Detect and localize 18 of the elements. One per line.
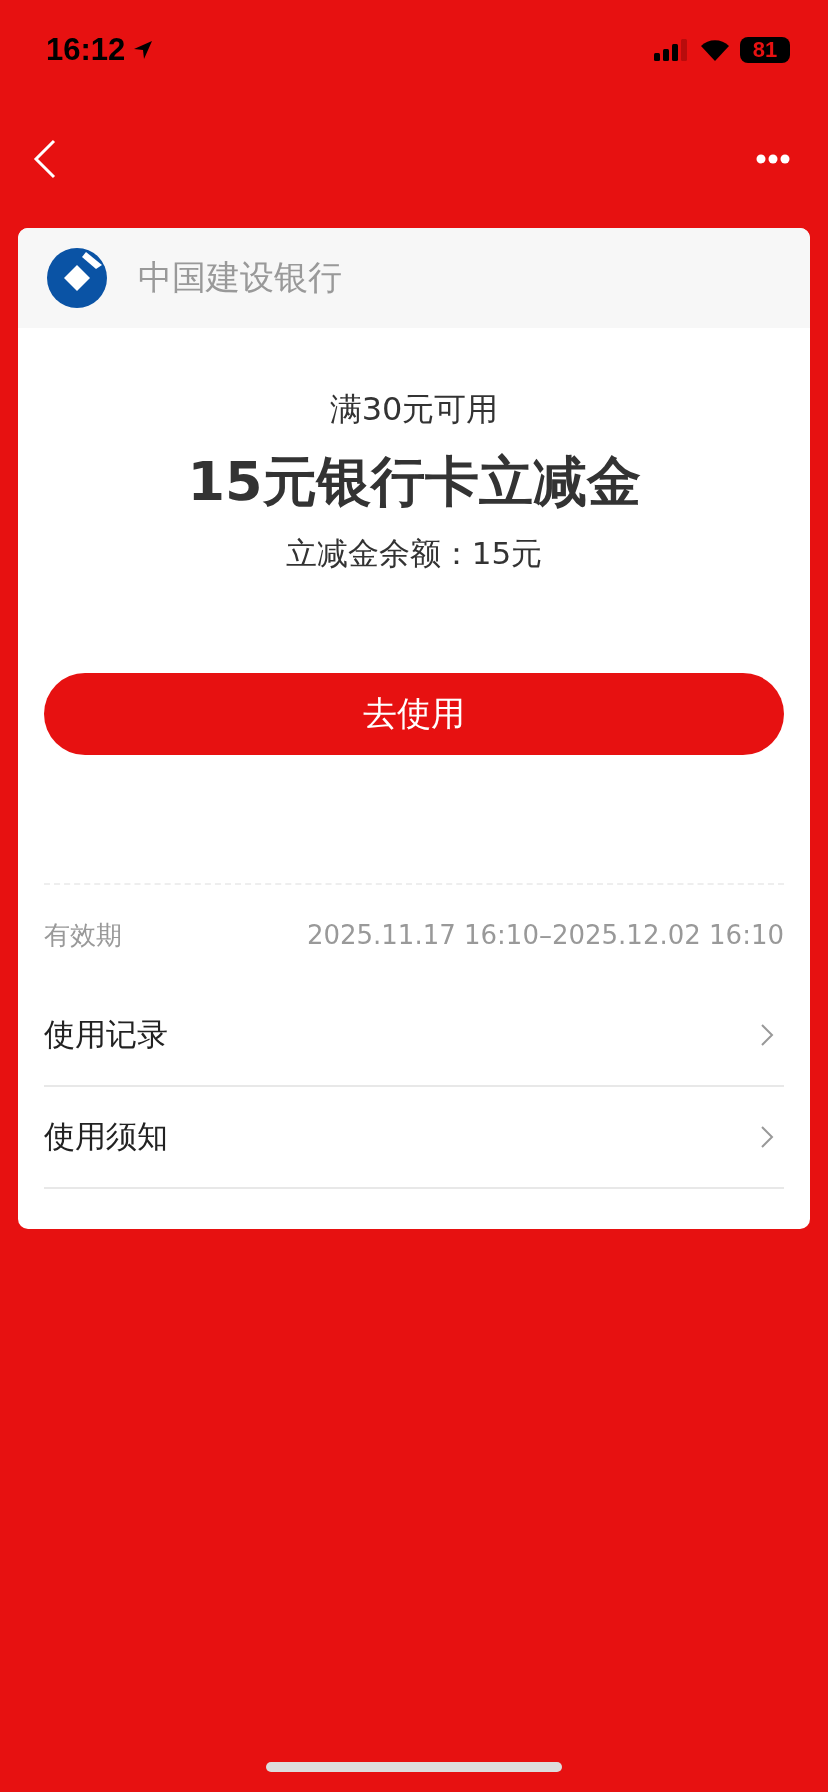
validity-value: 2025.11.17 16:10–2025.12.02 16:10 xyxy=(306,920,784,950)
coupon-title: 15元银行卡立减金 xyxy=(186,449,642,515)
bank-logo-icon xyxy=(46,247,108,309)
chevron-icon xyxy=(760,1125,774,1149)
bank-name: 中国建设银行 xyxy=(138,256,342,299)
menu-row[interactable]: 使用须知 xyxy=(44,1087,784,1189)
back-icon[interactable] xyxy=(32,139,58,179)
validity-label: 有效期 xyxy=(44,918,122,952)
condition-text: 满30元可用 xyxy=(328,389,500,430)
more-icon[interactable] xyxy=(756,154,790,164)
signal-icon xyxy=(654,39,690,61)
status-time: 16:12 xyxy=(46,32,126,68)
use-button[interactable]: 去使用 xyxy=(44,673,784,755)
chevron-icon xyxy=(760,1023,774,1047)
wifi-icon xyxy=(700,39,730,61)
balance-text: 立减金余额：15元 xyxy=(284,534,544,573)
menu-row[interactable]: 使用记录 xyxy=(44,985,784,1087)
battery-icon: 81 xyxy=(740,37,790,63)
